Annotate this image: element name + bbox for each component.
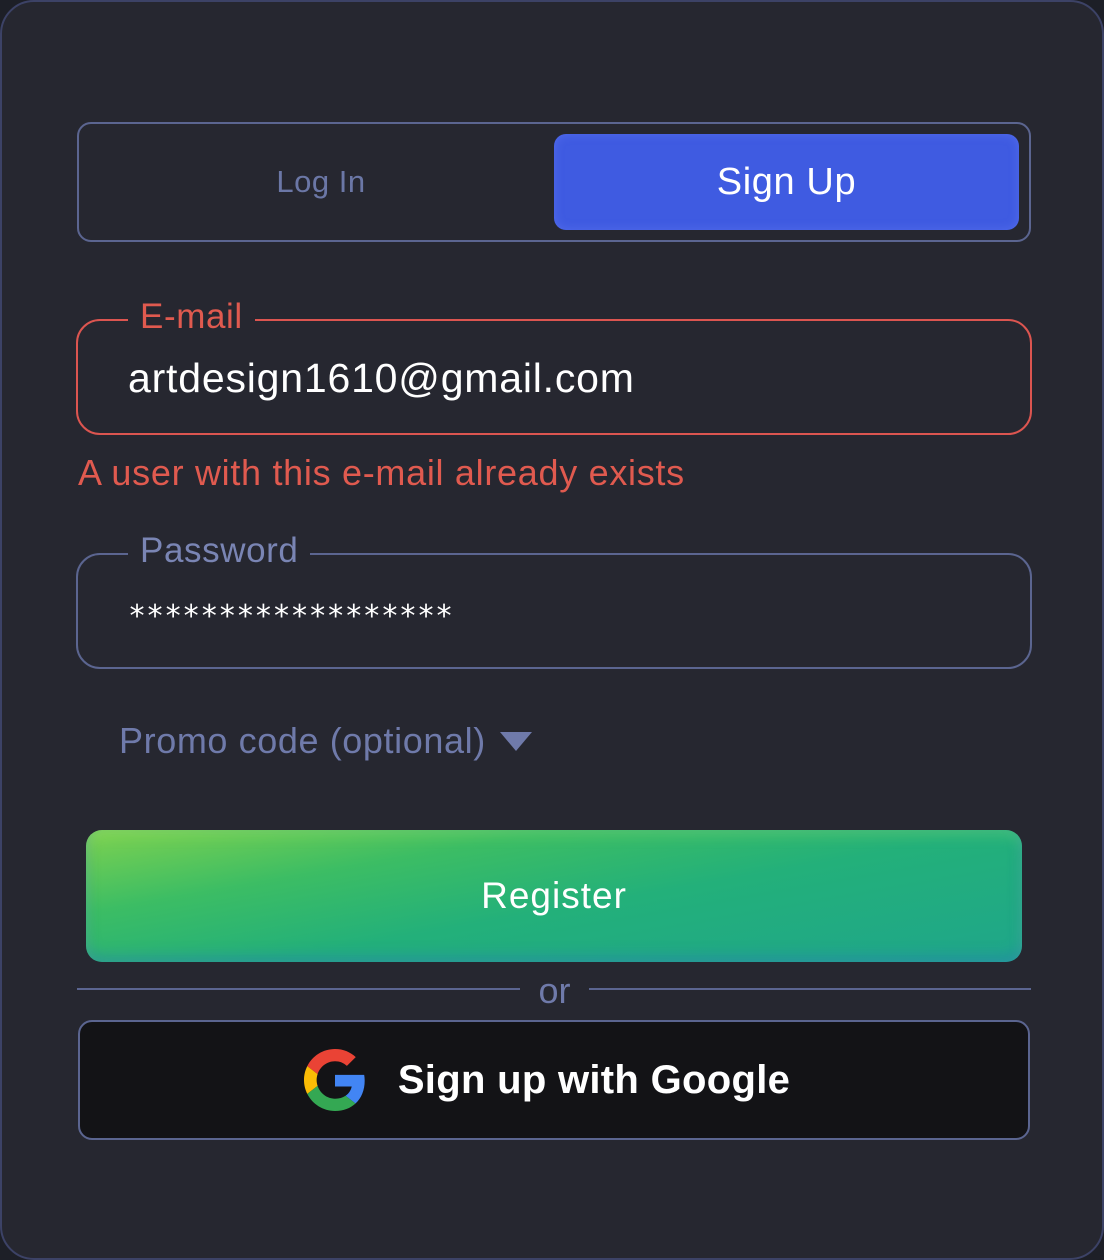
email-label: E-mail [128,295,255,339]
auth-tabs: Log In Sign Up [77,122,1031,242]
google-signup-label: Sign up with Google [397,1057,791,1102]
email-input[interactable]: artdesign1610@gmail.com [128,355,635,402]
register-button-label: Register [481,875,627,916]
divider-or-text: or [538,970,571,1011]
email-field[interactable]: E-mail artdesign1610@gmail.com [76,295,1032,435]
divider-line-left [77,988,520,990]
tab-log-in[interactable]: Log In [89,134,553,230]
google-signup-button[interactable]: Sign up with Google [78,1020,1030,1140]
password-field[interactable]: Password ****************** [76,529,1032,669]
google-icon [303,1049,365,1111]
email-error-message: A user with this e-mail already exists [78,452,685,493]
divider-line-right [589,988,1031,990]
signup-card: Log In Sign Up E-mail artdesign1610@gmai… [0,0,1104,1260]
tab-sign-up[interactable]: Sign Up [554,134,1019,230]
password-label: Password [128,529,311,573]
promo-code-label: Promo code (optional) [119,720,486,761]
password-input[interactable]: ****************** [128,599,453,634]
caret-down-icon [499,731,532,751]
promo-code-toggle[interactable]: Promo code (optional) [119,720,532,762]
register-button[interactable]: Register [86,830,1022,962]
